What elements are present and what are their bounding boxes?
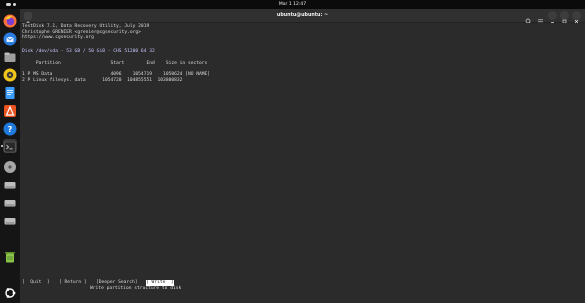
drive-icon-2[interactable] — [3, 195, 17, 209]
window-title: ubuntu@ubuntu: ~ — [276, 13, 329, 18]
partition-table-header: Partition Start End Size in sectors — [22, 61, 208, 66]
help-icon[interactable]: ? — [3, 121, 17, 136]
drive-icon-1[interactable] — [3, 177, 17, 191]
header-line-3: https://www.cgsecurity.org — [22, 35, 94, 40]
system-tray[interactable] — [554, 2, 580, 18]
disk-icon[interactable] — [3, 159, 17, 173]
app-center-icon[interactable] — [3, 103, 17, 117]
svg-text:?: ? — [8, 125, 13, 134]
close-button[interactable] — [572, 11, 581, 24]
files-icon[interactable] — [3, 49, 17, 63]
thunderbird-icon[interactable] — [3, 31, 17, 46]
partition-row-2[interactable]: 2 P Linux filesys. data 1054720 10485555… — [22, 78, 182, 84]
trash-icon[interactable] — [3, 249, 17, 263]
menu-button[interactable] — [536, 11, 545, 24]
top-bar: Mar 1 12:47 — [0, 0, 585, 18]
window-titlebar[interactable]: ubuntu@ubuntu: ~ — [20, 9, 585, 25]
write-menu-option[interactable]: [ Write ] — [146, 280, 174, 286]
search-button[interactable] — [524, 11, 533, 25]
writer-icon[interactable] — [3, 85, 17, 99]
terminal-output[interactable]: TestDisk 7.1, Data Recovery Utility, Jul… — [20, 23, 585, 303]
firefox-icon[interactable] — [3, 13, 17, 28]
rhythmbox-icon[interactable] — [3, 67, 17, 82]
ubuntu-logo-icon[interactable] — [3, 285, 17, 299]
terminal-icon[interactable] — [3, 139, 17, 153]
selected-option-hint: Write partition structure to disk — [90, 286, 182, 291]
drive-icon-3[interactable] — [3, 213, 17, 227]
terminal-window: ubuntu@ubuntu: ~ TestDisk 7.1, Data Reco… — [20, 9, 585, 303]
quit-menu-option[interactable]: [ Quit ] — [22, 280, 50, 286]
network-icon — [554, 2, 560, 17]
power-icon — [574, 2, 580, 18]
maximize-button[interactable] — [560, 11, 569, 24]
clock[interactable]: Mar 1 12:47 — [0, 0, 585, 9]
disk-info-line: Disk /dev/sda - 53 GB / 50 GiB - CHS 512… — [22, 49, 155, 54]
volume-icon — [564, 2, 570, 17]
deeper-search-menu-option[interactable]: [Deeper Search] — [96, 280, 138, 286]
minimize-button[interactable] — [548, 11, 557, 23]
window-controls — [524, 11, 581, 25]
dock: ? — [0, 9, 20, 303]
return-menu-option[interactable]: [ Return ] — [59, 280, 87, 286]
